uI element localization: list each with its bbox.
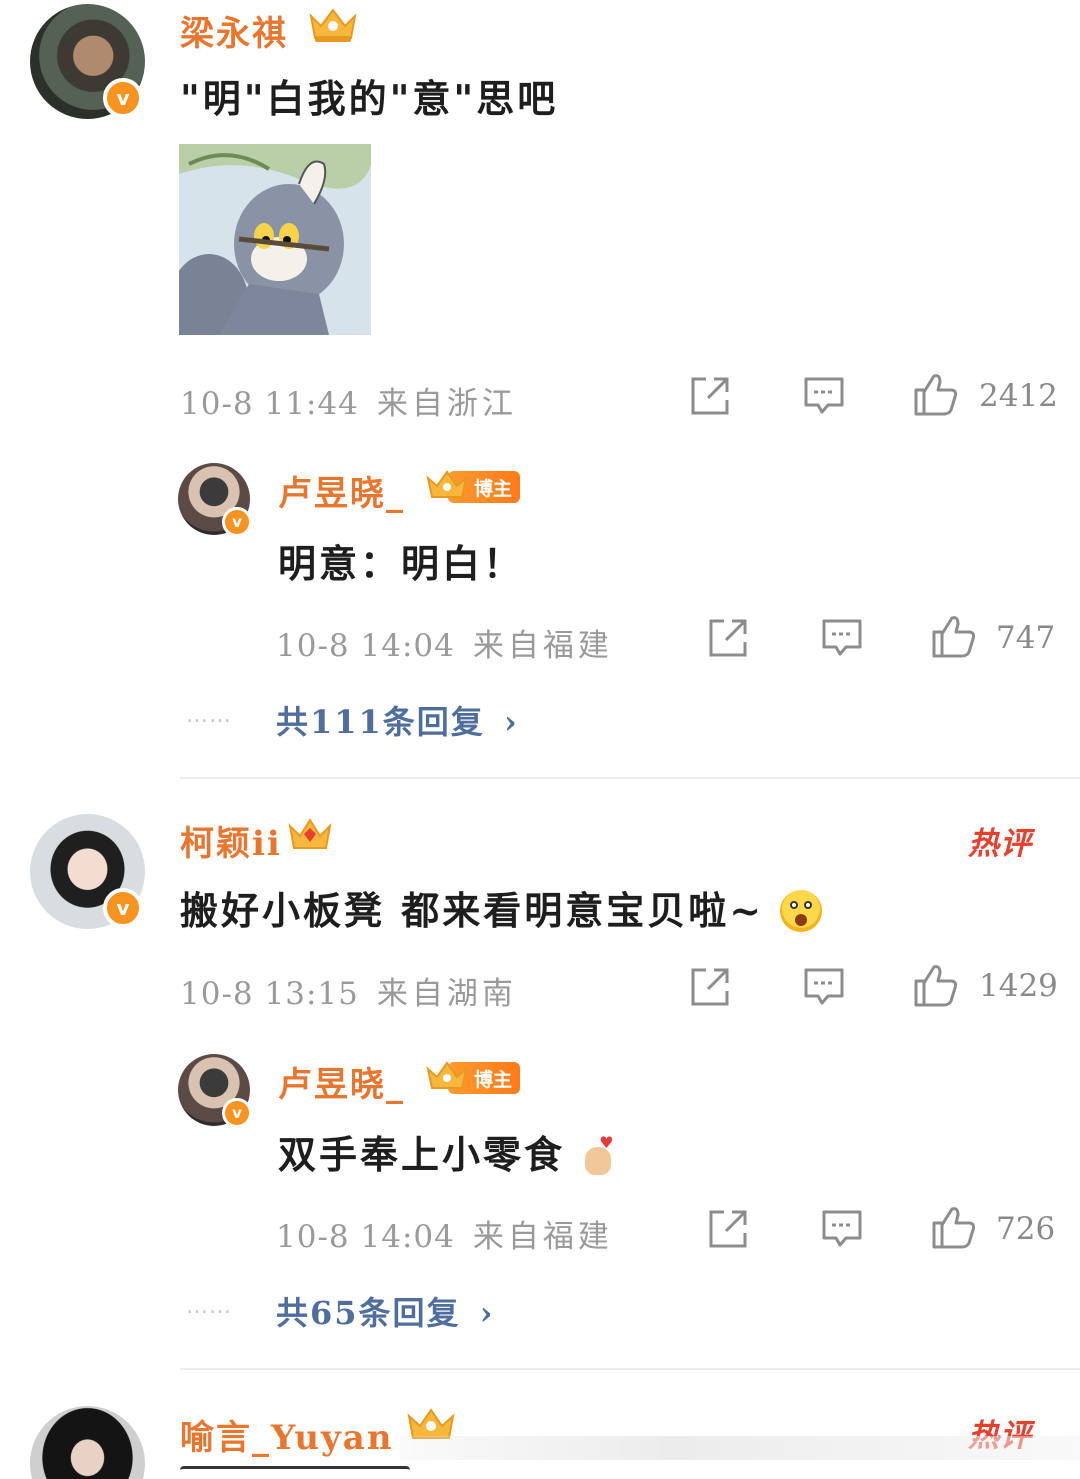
avatar[interactable] [30, 1406, 145, 1479]
reply-meta: 10-8 14:04 来自福建 [276, 1211, 613, 1256]
crown-icon [426, 470, 468, 498]
reply-time: 10-8 14:04 [276, 628, 455, 664]
share-icon[interactable] [688, 375, 732, 417]
like-count: 747 [996, 620, 1056, 656]
excited-face-emoji-icon [780, 889, 823, 932]
tom-cat-sticker-icon [179, 144, 371, 335]
share-icon[interactable] [688, 966, 732, 1008]
comment-icon[interactable] [802, 375, 846, 417]
comment-meta: 10-8 13:15 来自湖南 [180, 968, 517, 1013]
view-replies-label: 共111条回复 [276, 703, 485, 741]
reply-location: 来自福建 [472, 1219, 613, 1255]
reply-time: 10-8 14:04 [276, 1219, 455, 1255]
comment-text: "明"白我的"意"思吧 [180, 76, 559, 121]
comment-icon[interactable] [820, 1208, 864, 1250]
reply-text: 双手奉上小零食 ♥ [278, 1124, 615, 1181]
comment-time: 10-8 13:15 [180, 976, 359, 1012]
divider [180, 777, 1080, 779]
chevron-right-icon: › [479, 1294, 495, 1332]
blurred-watermark-overlay [400, 1436, 1080, 1460]
like-icon[interactable] [912, 961, 960, 1009]
avatar-photo [30, 1406, 145, 1479]
reply-meta: 10-8 14:04 来自福建 [276, 620, 613, 665]
reply-location: 来自福建 [472, 628, 613, 664]
comment-icon[interactable] [820, 617, 864, 659]
comment-time: 10-8 11:44 [180, 386, 359, 422]
view-replies-link[interactable]: 共65条回复 › [276, 1288, 494, 1334]
reply-username[interactable]: 卢昱晓_ [278, 1057, 405, 1106]
verified-icon: v [103, 888, 143, 928]
thread-dots: …… [186, 703, 232, 728]
like-count: 2412 [979, 378, 1058, 414]
thread-dots: …… [186, 1294, 232, 1319]
comment-image[interactable] [179, 144, 371, 335]
view-replies-link[interactable]: 共111条回复 › [276, 697, 519, 743]
share-icon[interactable] [706, 617, 750, 659]
reply-username[interactable]: 卢昱晓_ [278, 466, 405, 515]
finger-heart-emoji-icon: ♥ [581, 1133, 615, 1177]
comment-text-cut [180, 1466, 420, 1479]
crown-icon [426, 1061, 468, 1089]
view-replies-label: 共65条回复 [276, 1294, 461, 1332]
comment-location: 来自浙江 [376, 386, 517, 422]
like-icon[interactable] [912, 370, 960, 418]
crown-icon [288, 818, 332, 849]
blogger-badge-label: 博主 [473, 477, 512, 500]
verified-icon: v [103, 78, 143, 118]
crown-icon [309, 8, 357, 42]
comment-icon[interactable] [802, 966, 846, 1008]
verified-icon: v [222, 507, 252, 537]
hot-comment-badge: 热评 [968, 826, 1032, 862]
like-count: 1429 [979, 968, 1058, 1004]
comment-username[interactable]: 喻言_Yuyan [180, 1410, 394, 1459]
comment-meta: 10-8 11:44 来自浙江 [180, 378, 517, 423]
like-icon[interactable] [930, 612, 978, 660]
comment-text: 搬好小板凳 都来看明意宝贝啦~ [180, 880, 823, 936]
chevron-right-icon: › [503, 703, 519, 741]
like-icon[interactable] [930, 1203, 978, 1251]
share-icon[interactable] [706, 1208, 750, 1250]
reply-text-content: 双手奉上小零食 [278, 1132, 566, 1177]
comment-username[interactable]: 梁永祺 [180, 6, 288, 55]
comment-location: 来自湖南 [376, 976, 517, 1012]
comment-username[interactable]: 柯颖ii [180, 816, 282, 865]
blogger-badge-label: 博主 [473, 1068, 512, 1091]
like-count: 726 [996, 1211, 1056, 1247]
verified-icon: v [222, 1098, 252, 1128]
reply-text: 明意：明白！ [278, 541, 525, 586]
comment-text-content: 搬好小板凳 都来看明意宝贝啦~ [180, 888, 765, 933]
divider [180, 1368, 1080, 1370]
